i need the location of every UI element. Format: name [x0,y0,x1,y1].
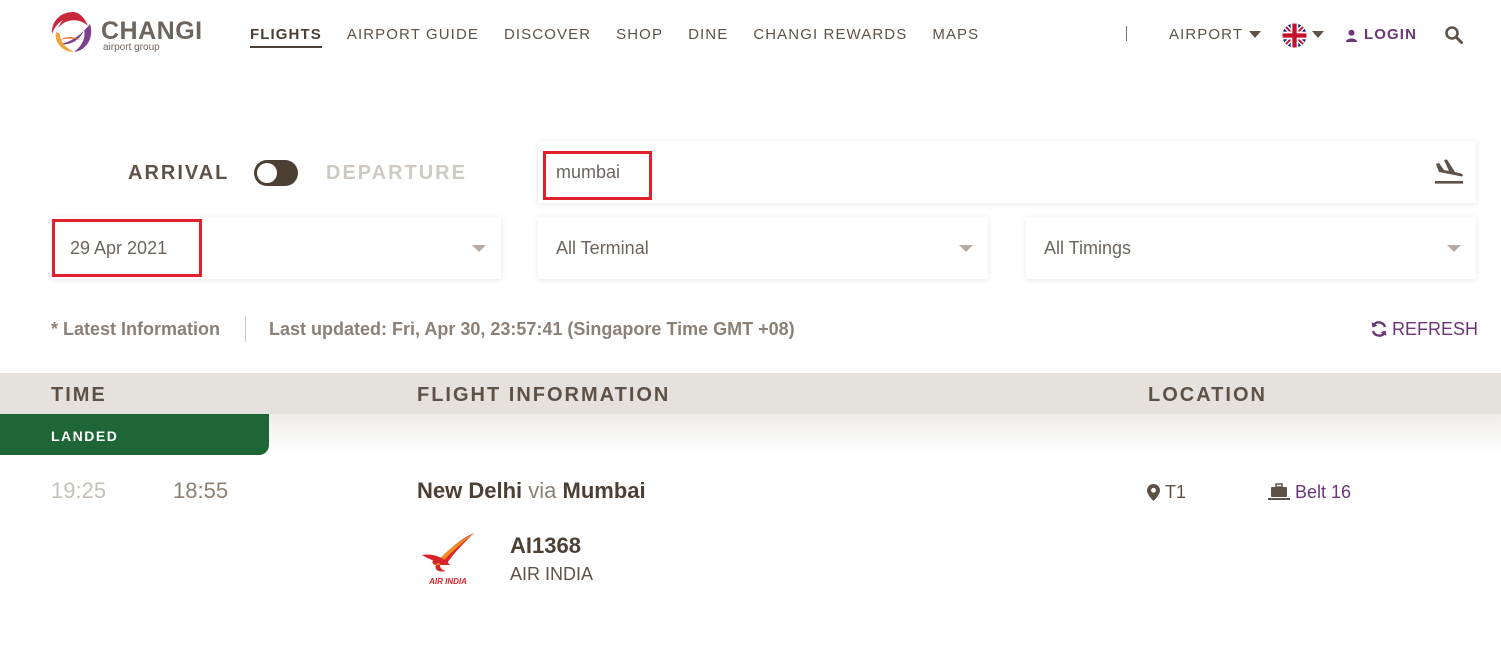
baggage-belt-icon [1268,483,1290,500]
departure-label[interactable]: DEPARTURE [326,161,467,185]
refresh-icon [1371,321,1387,337]
nav-divider [1126,26,1127,41]
caret-down-icon [959,245,973,252]
terminal-location: T1 [1147,481,1186,503]
scheduled-time: 19:25 [51,478,107,503]
nav-discover[interactable]: DISCOVER [504,24,591,48]
latest-information-label: * Latest Information [51,319,221,339]
main-nav: FLIGHTS AIRPORT GUIDE DISCOVER SHOP DINE… [250,24,1004,48]
date-dropdown[interactable]: 29 Apr 2021 [52,217,501,279]
info-divider [245,316,246,342]
login-label: LOGIN [1364,26,1417,43]
baggage-belt-link[interactable]: Belt 16 [1268,481,1351,503]
actual-time: 18:55 [173,478,229,503]
timings-dropdown-value: All Timings [1044,238,1132,258]
caret-down-icon [1312,31,1324,38]
timings-dropdown[interactable]: All Timings [1026,217,1476,279]
airport-dropdown[interactable]: AIRPORT [1169,26,1262,44]
status-badge: LANDED [0,414,269,455]
column-header-location: LOCATION [1148,384,1267,406]
terminal-dropdown[interactable]: All Terminal [538,217,988,279]
caret-down-icon [1447,245,1461,252]
flight-search-box [538,141,1476,203]
via-city: Mumbai [562,478,646,503]
refresh-button[interactable]: REFRESH [1370,318,1478,340]
belt-value: Belt 16 [1295,482,1352,502]
column-header-flight-information: FLIGHT INFORMATION [417,384,671,406]
nav-airport-guide[interactable]: AIRPORT GUIDE [347,24,479,48]
air-india-logo-icon: AIR INDIA [422,533,474,586]
user-icon [1345,29,1358,42]
airline-logo-text: AIR INDIA [428,577,467,586]
terminal-value: T1 [1165,482,1187,502]
caret-down-icon [472,245,486,252]
airport-dropdown-label: AIRPORT [1169,26,1244,43]
uk-flag-icon [1282,23,1307,48]
language-dropdown[interactable] [1282,22,1328,48]
terminal-dropdown-value: All Terminal [556,238,649,258]
changi-swirl-icon [51,12,92,52]
date-dropdown-value: 29 Apr 2021 [70,238,168,258]
nav-dine[interactable]: DINE [688,24,728,48]
airline-name: AIR INDIA [510,564,594,584]
changi-logo[interactable]: CHANGI airport group [50,10,220,56]
location-pin-icon [1147,483,1160,501]
nav-maps[interactable]: MAPS [932,24,979,48]
flight-search-input[interactable] [556,159,1376,185]
login-button[interactable]: LOGIN [1345,26,1417,44]
nav-flights[interactable]: FLIGHTS [250,24,322,48]
origin-city: New Delhi [417,478,523,503]
flight-table-header: TIME FLIGHT INFORMATION LOCATION [0,373,1501,414]
status-badge-label: LANDED [51,428,119,444]
nav-changi-rewards[interactable]: CHANGI REWARDS [753,24,907,48]
column-header-time: TIME [51,384,107,406]
nav-shop[interactable]: SHOP [616,24,663,48]
flight-route: New Delhi via Mumbai [417,479,646,503]
plane-landing-icon [1435,159,1463,184]
flight-number: AI1368 [510,533,581,558]
search-icon[interactable] [1444,25,1464,45]
arrival-departure-toggle[interactable] [254,160,298,186]
brand-subtitle: airport group [103,42,160,53]
last-updated-text: Last updated: Fri, Apr 30, 23:57:41 (Sin… [269,319,795,339]
via-word: via [528,478,557,503]
caret-down-icon [1249,30,1262,38]
refresh-label: REFRESH [1392,319,1479,339]
arrival-label[interactable]: ARRIVAL [128,161,229,185]
brand-name: CHANGI [101,17,203,45]
toggle-knob [257,163,277,183]
